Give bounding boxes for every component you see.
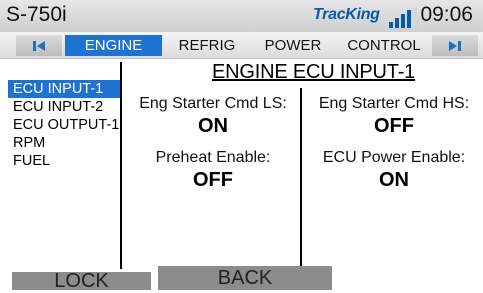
tracking-logo: TracKing [313, 4, 423, 30]
field-label: Eng Starter Cmd LS: [139, 95, 287, 112]
skip-previous-icon [33, 40, 45, 51]
field-ecu-power-enable: ECU Power Enable: ON [314, 149, 474, 192]
signal-strength-icon [385, 6, 417, 28]
column-divider [300, 88, 302, 269]
menu-divider [120, 62, 122, 269]
panel-title: ENGINE ECU INPUT-1 [212, 61, 416, 83]
menu-item-rpm[interactable]: RPM [8, 134, 124, 152]
prev-page-button[interactable] [16, 35, 62, 56]
next-page-button[interactable] [432, 35, 478, 56]
field-eng-starter-cmd-hs: Eng Starter Cmd HS: OFF [314, 95, 474, 138]
field-label: ECU Power Enable: [322, 149, 466, 166]
field-eng-starter-cmd-ls: Eng Starter Cmd LS: ON [138, 95, 288, 138]
menu-item-ecu-output-1[interactable]: ECU OUTPUT-1 [8, 116, 124, 134]
logo-text: TracKing [313, 6, 380, 23]
field-label: Preheat Enable: [155, 149, 271, 166]
menu-item-ecu-input-2[interactable]: ECU INPUT-2 [8, 98, 124, 116]
field-preheat-enable: Preheat Enable: OFF [138, 149, 288, 192]
tab-bar: ENGINE REFRIG POWER CONTROL [0, 32, 483, 59]
back-button[interactable]: BACK [158, 266, 332, 290]
tab-power[interactable]: POWER [250, 35, 336, 56]
device-name: S-750i [6, 3, 67, 26]
field-value: OFF [193, 169, 233, 191]
field-label: Eng Starter Cmd HS: [318, 95, 470, 112]
lock-button[interactable]: LOCK [12, 270, 151, 292]
side-menu: ECU INPUT-1 ECU INPUT-2 ECU OUTPUT-1 RPM… [8, 80, 124, 170]
tab-engine[interactable]: ENGINE [65, 35, 162, 56]
menu-item-ecu-input-1[interactable]: ECU INPUT-1 [8, 80, 122, 98]
tab-control[interactable]: CONTROL [336, 35, 432, 56]
field-value: ON [379, 169, 409, 191]
status-bar: S-750i TracKing 09:06 [0, 0, 483, 32]
skip-next-icon [449, 40, 461, 51]
tab-refrig[interactable]: REFRIG [164, 35, 250, 56]
clock: 09:06 [420, 3, 473, 26]
field-value: OFF [374, 115, 414, 137]
menu-item-fuel[interactable]: FUEL [8, 152, 124, 170]
field-value: ON [198, 115, 228, 137]
